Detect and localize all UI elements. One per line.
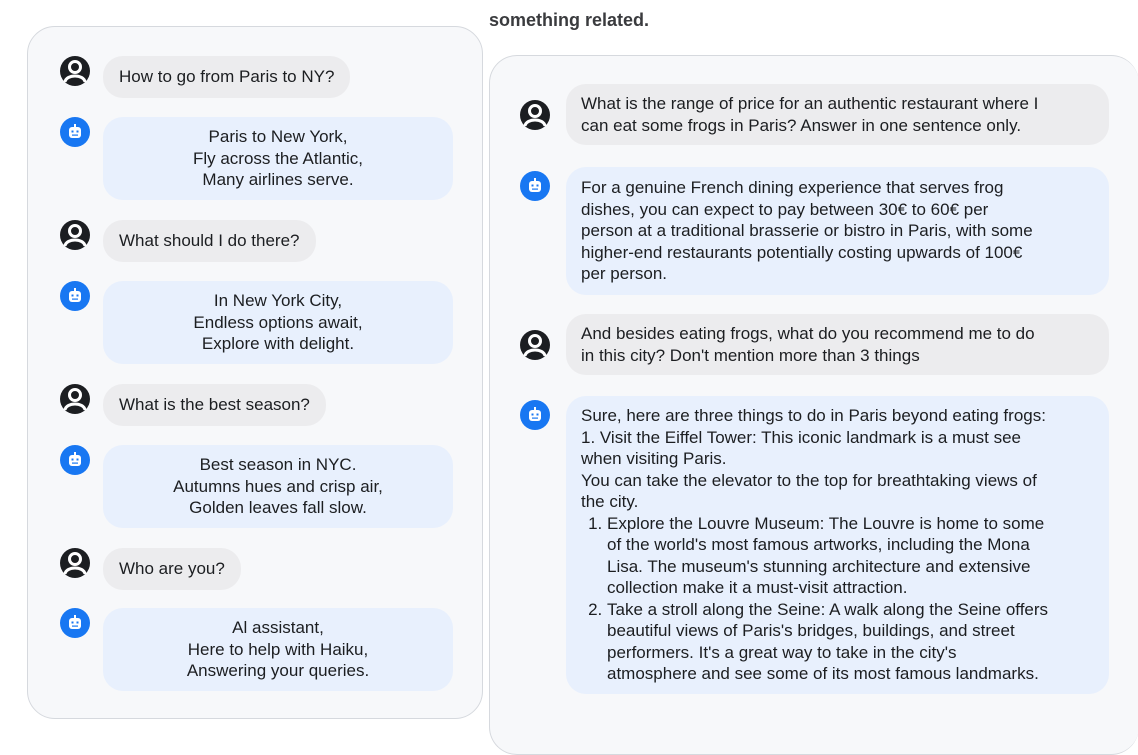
bot-avatar-icon [60,281,90,311]
bot-avatar-icon [520,171,550,201]
user-bubble: What is the range of price for an authen… [566,84,1109,145]
assistant-message: Al assistant, Here to help with Haiku, A… [60,608,453,691]
haiku-chat-panel: How to go from Paris to NY? Paris to New… [27,26,483,719]
user-avatar-icon [520,330,550,360]
assistant-bubble: Paris to New York, Fly across the Atlant… [103,117,453,200]
bot-avatar-icon [520,400,550,430]
paris-chat-panel: What is the range of price for an authen… [489,55,1138,755]
user-message: And besides eating frogs, what do you re… [520,314,1109,375]
assistant-bubble: In New York City, Endless options await,… [103,281,453,364]
assistant-bubble: Best season in NYC. Autumns hues and cri… [103,445,453,528]
user-message: What is the range of price for an authen… [520,84,1109,145]
assistant-message: Sure, here are three things to do in Par… [520,396,1109,694]
user-avatar-icon [60,384,90,414]
user-avatar-icon [60,56,90,86]
assistant-bubble: Al assistant, Here to help with Haiku, A… [103,608,453,691]
user-avatar-icon [520,100,550,130]
caption-text: something related. [489,10,650,30]
user-message: How to go from Paris to NY? [60,56,351,98]
user-bubble: What should I do there? [103,220,316,262]
user-message: What is the best season? [60,384,326,426]
user-bubble: What is the best season? [103,384,326,426]
user-avatar-icon [60,548,90,578]
bot-avatar-icon [60,608,90,638]
list-item: Take a stroll along the Seine: A walk al… [607,599,1094,685]
assistant-message: In New York City, Endless options await,… [60,281,453,364]
user-bubble: How to go from Paris to NY? [103,56,351,98]
assistant-bubble: Sure, here are three things to do in Par… [566,396,1109,694]
user-bubble: Who are you? [103,548,241,590]
bot-avatar-icon [60,117,90,147]
assistant-bubble: For a genuine French dining experience t… [566,167,1109,295]
user-bubble: And besides eating frogs, what do you re… [566,314,1109,375]
assistant-message: For a genuine French dining experience t… [520,167,1109,295]
assistant-message: Paris to New York, Fly across the Atlant… [60,117,453,200]
user-message: Who are you? [60,548,241,590]
user-avatar-icon [60,220,90,250]
assistant-message: Best season in NYC. Autumns hues and cri… [60,445,453,528]
recommendation-list: Explore the Louvre Museum: The Louvre is… [581,513,1094,685]
list-item: Explore the Louvre Museum: The Louvre is… [607,513,1094,599]
user-message: What should I do there? [60,220,316,262]
bot-avatar-icon [60,445,90,475]
